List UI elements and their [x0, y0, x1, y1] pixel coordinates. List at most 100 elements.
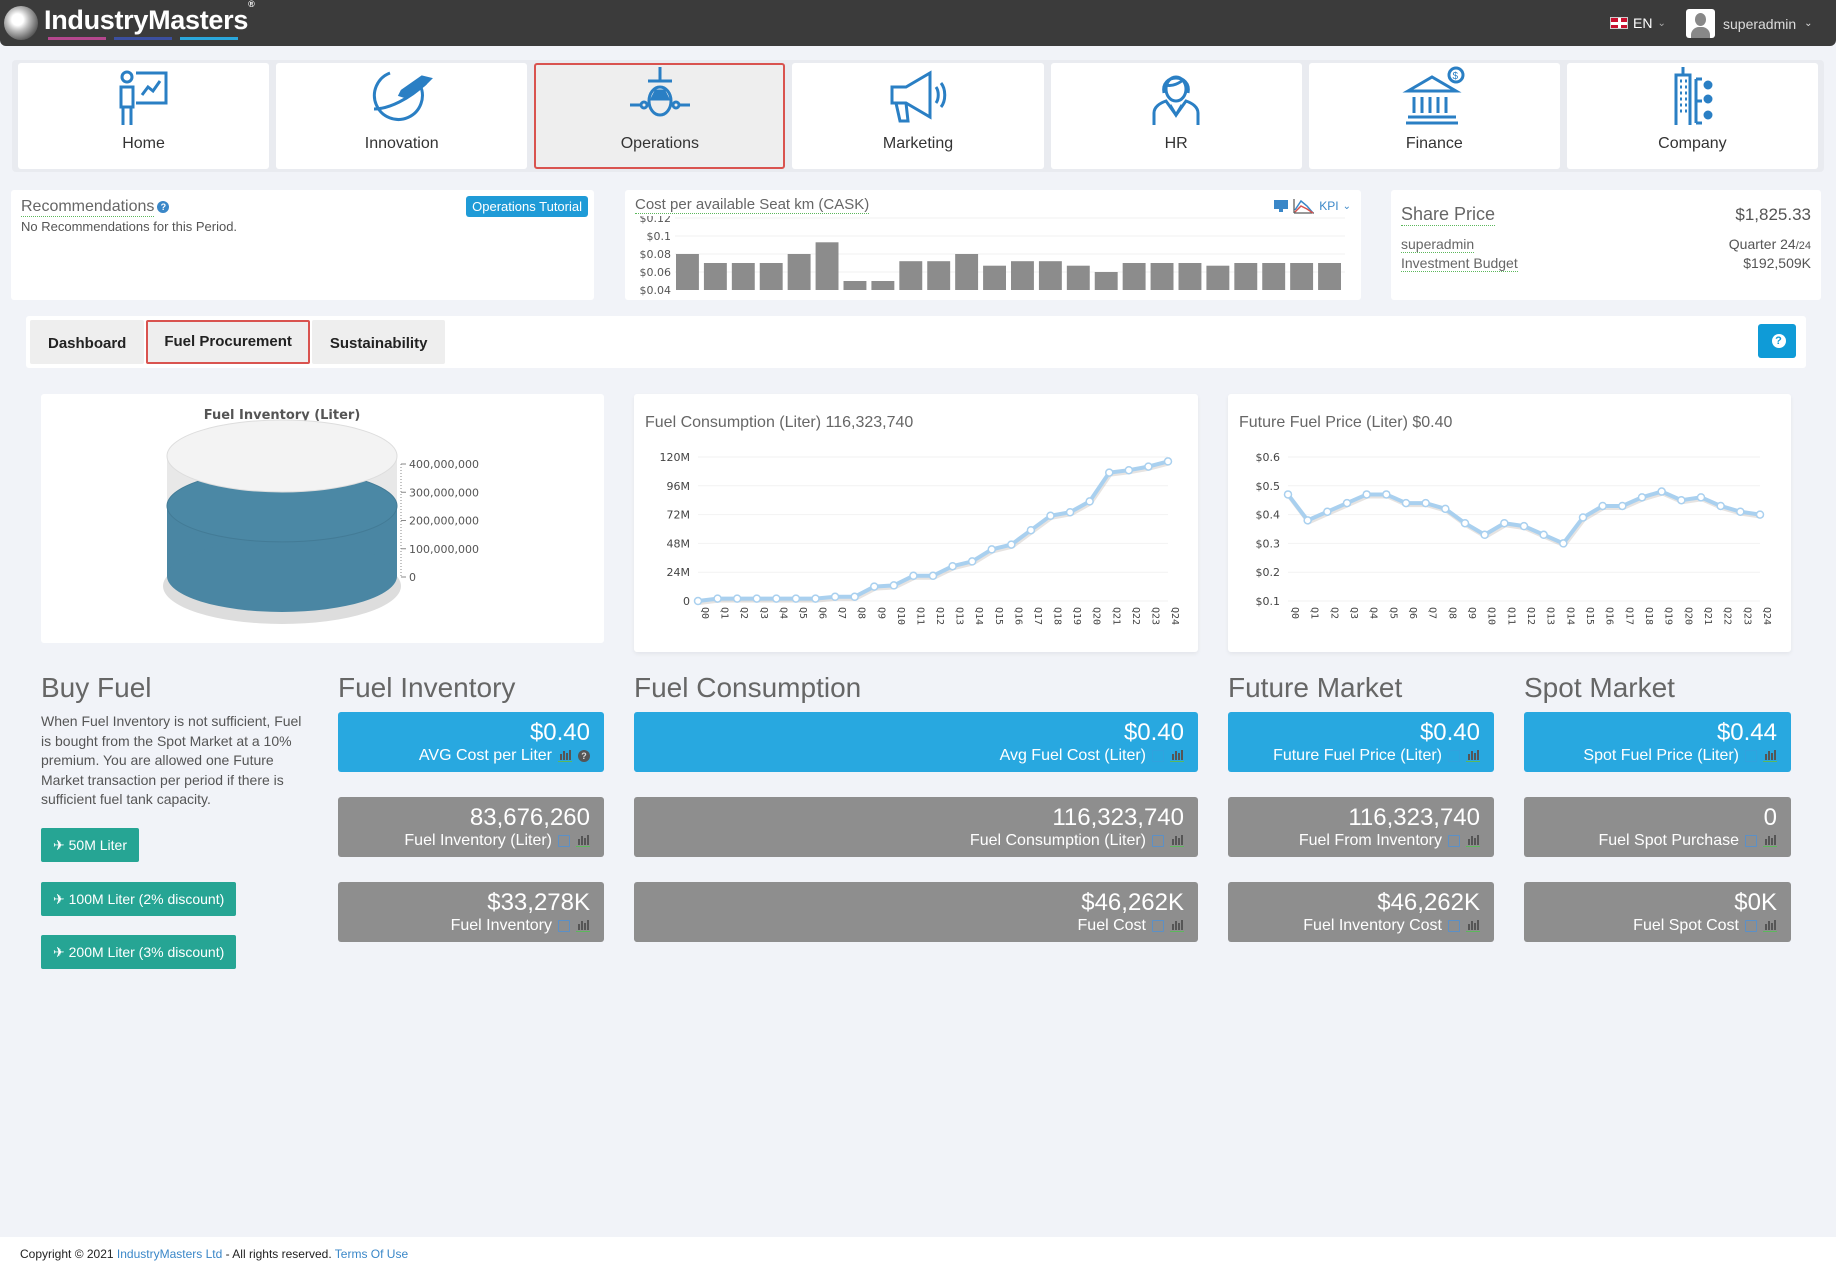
module-hr[interactable]: HR — [1050, 63, 1302, 169]
x-tick-label: Q16 — [1604, 607, 1615, 625]
bar-chart-icon[interactable] — [1170, 835, 1184, 847]
bar-chart-icon[interactable] — [1763, 835, 1777, 847]
edit-icon[interactable] — [1152, 835, 1164, 847]
user-link[interactable]: superadmin — [1401, 236, 1475, 253]
edit-icon[interactable] — [1745, 920, 1757, 932]
bar-chart-icon[interactable] — [1763, 750, 1777, 762]
edit-icon[interactable] — [1152, 750, 1164, 762]
tank-tick-label: 300,000,000 — [409, 486, 479, 499]
consumption-chart-title: Fuel Consumption (Liter) 116,323,740 — [645, 414, 914, 431]
data-point — [1657, 487, 1666, 496]
x-tick-label: Q0 — [699, 607, 710, 619]
user-menu[interactable]: superadmin ⌄ — [1686, 9, 1813, 38]
tab-fuel-procurement[interactable]: Fuel Procurement — [146, 320, 310, 364]
megaphone-icon — [890, 70, 947, 123]
line-chart-icon[interactable] — [1293, 198, 1315, 214]
data-point — [1065, 507, 1075, 517]
stat-tile-inventory-2: $33,278K Fuel Inventory — [338, 882, 604, 942]
cask-bar — [703, 263, 727, 290]
share-price-title[interactable]: Share Price — [1401, 204, 1496, 226]
cask-bar — [927, 261, 951, 290]
module-innovation[interactable]: Innovation — [276, 63, 528, 169]
module-marketing[interactable]: Marketing — [792, 63, 1044, 169]
data-point — [1046, 511, 1055, 521]
language-selector[interactable]: EN ⌄ — [1610, 15, 1666, 31]
module-label: HR — [1164, 135, 1188, 152]
edit-icon[interactable] — [1745, 835, 1757, 847]
monitor-icon[interactable] — [1273, 199, 1289, 213]
data-point — [693, 596, 703, 606]
bar-chart-icon[interactable] — [1466, 835, 1480, 847]
stat-label: Spot Fuel Price (Liter) — [1583, 747, 1739, 764]
edit-icon[interactable] — [1448, 835, 1460, 847]
help-icon[interactable]: ? — [578, 750, 590, 762]
investment-budget-label[interactable]: Investment Budget — [1401, 255, 1518, 272]
edit-icon[interactable] — [558, 835, 570, 847]
help-icon[interactable]: ? — [157, 200, 170, 213]
stat-value: $0K — [1734, 889, 1777, 916]
company-link[interactable]: IndustryMasters Ltd — [117, 1247, 222, 1261]
y-tick-label: $0.04 — [640, 284, 672, 296]
buy-50m-button[interactable]: ✈ 50M Liter — [41, 828, 139, 862]
fuel-tank-chart: Fuel Inventory (Liter)0100,000,000200,00… — [163, 408, 479, 624]
module-operations[interactable]: Operations — [534, 63, 786, 169]
tab-dashboard[interactable]: Dashboard — [30, 320, 145, 364]
x-tick-label: Q1 — [719, 607, 730, 619]
recommendations-title[interactable]: Recommendations — [21, 198, 155, 217]
stat-tile-future-1: 116,323,740 Fuel From Inventory — [1228, 797, 1494, 857]
buy-200m-button[interactable]: ✈ 200M Liter (3% discount) — [41, 935, 237, 969]
cask-tools: KPI ⌄ — [1273, 198, 1351, 214]
bar-chart-icon[interactable] — [558, 750, 572, 762]
cask-bar — [787, 254, 811, 290]
bar-chart-icon[interactable] — [1170, 750, 1184, 762]
edit-icon[interactable] — [558, 920, 570, 932]
tab-sustainability[interactable]: Sustainability — [311, 320, 446, 364]
edit-icon[interactable] — [1745, 750, 1757, 762]
cask-title[interactable]: Cost per available Seat km (CASK) — [635, 196, 870, 214]
fuel-consumption-section-title: Fuel Consumption — [634, 672, 862, 703]
x-tick-label: Q1 — [1309, 607, 1320, 619]
y-tick-label: $0.4 — [1256, 509, 1281, 522]
bar-chart-icon[interactable] — [1763, 920, 1777, 932]
bar-chart-icon[interactable] — [1466, 750, 1480, 762]
chevron-down-icon: ⌄ — [1657, 17, 1666, 29]
x-tick-label: Q23 — [1149, 607, 1160, 625]
x-tick-label: Q9 — [1466, 607, 1477, 619]
module-finance[interactable]: $ Finance — [1308, 63, 1560, 169]
edit-icon[interactable] — [1152, 920, 1164, 932]
cask-bar — [1066, 265, 1090, 290]
presenter-chart-icon — [119, 70, 168, 125]
data-point — [713, 594, 722, 603]
x-tick-label: Q19 — [1663, 607, 1674, 625]
logo[interactable]: IndustryMasters® — [4, 0, 255, 44]
buy-100m-button[interactable]: ✈ 100M Liter (2% discount) — [41, 882, 237, 916]
x-tick-label: Q24 — [1761, 607, 1772, 625]
cask-bar — [843, 281, 867, 290]
x-tick-label: Q23 — [1741, 607, 1752, 625]
bar-chart-icon[interactable] — [576, 920, 590, 932]
x-tick-label: Q17 — [1623, 607, 1634, 625]
bar-chart-icon[interactable] — [1466, 920, 1480, 932]
buy-fuel-description: When Fuel Inventory is not sufficient, F… — [41, 713, 302, 807]
bar-chart-icon[interactable] — [1170, 920, 1184, 932]
edit-icon[interactable] — [1448, 750, 1460, 762]
module-company[interactable]: Company — [1566, 63, 1818, 169]
edit-icon[interactable] — [1448, 920, 1460, 932]
sub-tab-bar: Dashboard Fuel Procurement Sustainabilit… — [26, 316, 1806, 368]
x-tick-label: Q4 — [1368, 607, 1379, 619]
help-button[interactable]: ? — [1758, 324, 1796, 358]
cask-bar — [1122, 263, 1146, 290]
x-tick-label: Q13 — [1545, 607, 1556, 625]
stat-value: 116,323,740 — [1052, 804, 1184, 831]
x-tick-label: Q4 — [777, 607, 788, 619]
x-tick-label: Q3 — [1348, 607, 1359, 619]
module-home[interactable]: Home — [18, 63, 270, 169]
bar-chart-icon[interactable] — [576, 835, 590, 847]
data-point — [1716, 501, 1725, 511]
future-market-section-title: Future Market — [1228, 672, 1403, 703]
cask-bar — [983, 265, 1006, 290]
kpi-dropdown[interactable]: KPI — [1319, 199, 1338, 213]
x-tick-label: Q14 — [1564, 607, 1575, 625]
terms-link[interactable]: Terms Of Use — [335, 1247, 408, 1261]
operations-tutorial-button[interactable]: Operations Tutorial — [466, 196, 588, 217]
